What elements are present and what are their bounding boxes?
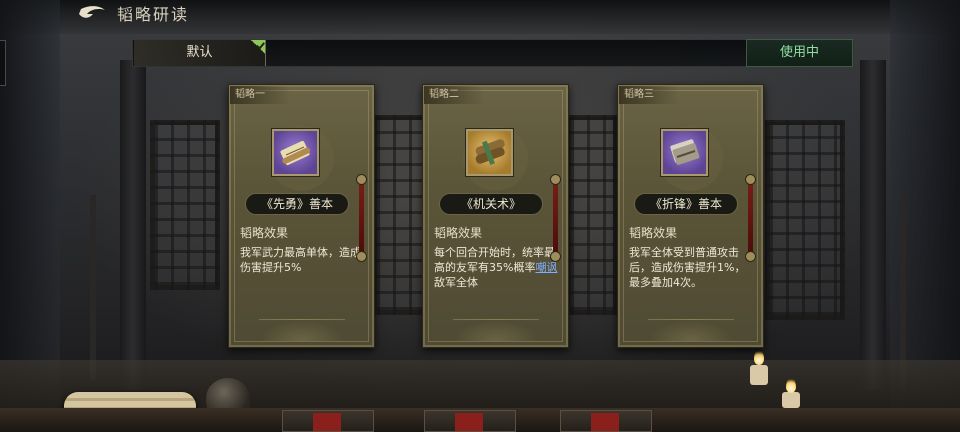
candle-flame — [754, 349, 764, 365]
top-bar: 韬略研读 — [0, 0, 960, 32]
effect-text-part: 敌军全体 — [434, 276, 478, 289]
window-lattice-center-right — [566, 115, 618, 315]
candle — [750, 365, 768, 385]
item-slot[interactable] — [272, 129, 319, 176]
scroll-rail[interactable] — [550, 174, 561, 262]
check-icon — [251, 40, 265, 54]
item-name: 《先勇》善本 — [245, 193, 349, 215]
strategy-card-3[interactable]: 韬略三 《折锋》善本 韬略效果 我军全体受到普通攻击后，造成伤害提升1%，最多叠… — [617, 84, 764, 348]
pillar-left — [120, 60, 146, 390]
card-ornament — [648, 319, 734, 341]
strategy-card-2[interactable]: 韬略二 《机关术》 韬略效果 每个回合开始时，统率最高的友军有35%概率嘲讽敌军… — [422, 84, 569, 348]
strategy-card-1[interactable]: 韬略一 《先勇》善本 韬略效果 我军武力最高单体，造成伤害提升5% — [228, 84, 375, 348]
card-slot-label: 韬略二 — [424, 86, 484, 104]
candlestand-left — [90, 195, 96, 380]
window-lattice-center-left — [372, 115, 428, 315]
scroll-rail[interactable] — [745, 174, 756, 262]
back-button[interactable] — [74, 4, 110, 26]
window-lattice-right — [765, 120, 845, 320]
card-slot-label: 韬略一 — [230, 86, 290, 104]
effect-description: 我军武力最高单体，造成伤害提升5% — [240, 246, 361, 274]
effect-description: 每个回合开始时，统率最高的友军有35%概率嘲讽敌军全体 — [434, 245, 559, 290]
item-name: 《机关术》 — [439, 193, 543, 215]
preset-tab-label: 默认 — [186, 45, 213, 60]
scroll-rail[interactable] — [356, 174, 367, 262]
effect-title: 韬略效果 — [434, 226, 483, 240]
window-lattice-left — [150, 120, 220, 290]
preset-tab-default[interactable]: 默认 — [134, 40, 266, 66]
book-icon — [670, 139, 700, 165]
scroll-bundle-icon — [475, 139, 505, 165]
candle-flame — [786, 377, 796, 393]
back-arrow-icon — [79, 6, 105, 18]
book-decoration — [424, 410, 516, 432]
book-decoration — [560, 410, 652, 432]
side-drawer-handle[interactable] — [0, 40, 6, 86]
candle — [782, 392, 800, 408]
item-slot[interactable] — [661, 129, 708, 176]
card-ornament — [259, 319, 345, 341]
page-title: 韬略研读 — [117, 5, 190, 24]
pillar-right — [860, 60, 886, 390]
card-slot-label: 韬略三 — [619, 86, 679, 104]
effect-title: 韬略效果 — [629, 226, 678, 240]
in-use-button[interactable]: 使用中 — [746, 39, 853, 67]
taunt-keyword-link[interactable]: 嘲讽 — [535, 261, 557, 274]
scroll-icon — [280, 140, 311, 166]
item-slot[interactable] — [466, 129, 513, 176]
effect-description: 我军全体受到普通攻击后，造成伤害提升1%，最多叠加4次。 — [629, 246, 746, 289]
effect-title: 韬略效果 — [240, 226, 289, 240]
book-decoration — [282, 410, 374, 432]
card-ornament — [453, 319, 539, 341]
item-name: 《折锋》善本 — [634, 193, 738, 215]
